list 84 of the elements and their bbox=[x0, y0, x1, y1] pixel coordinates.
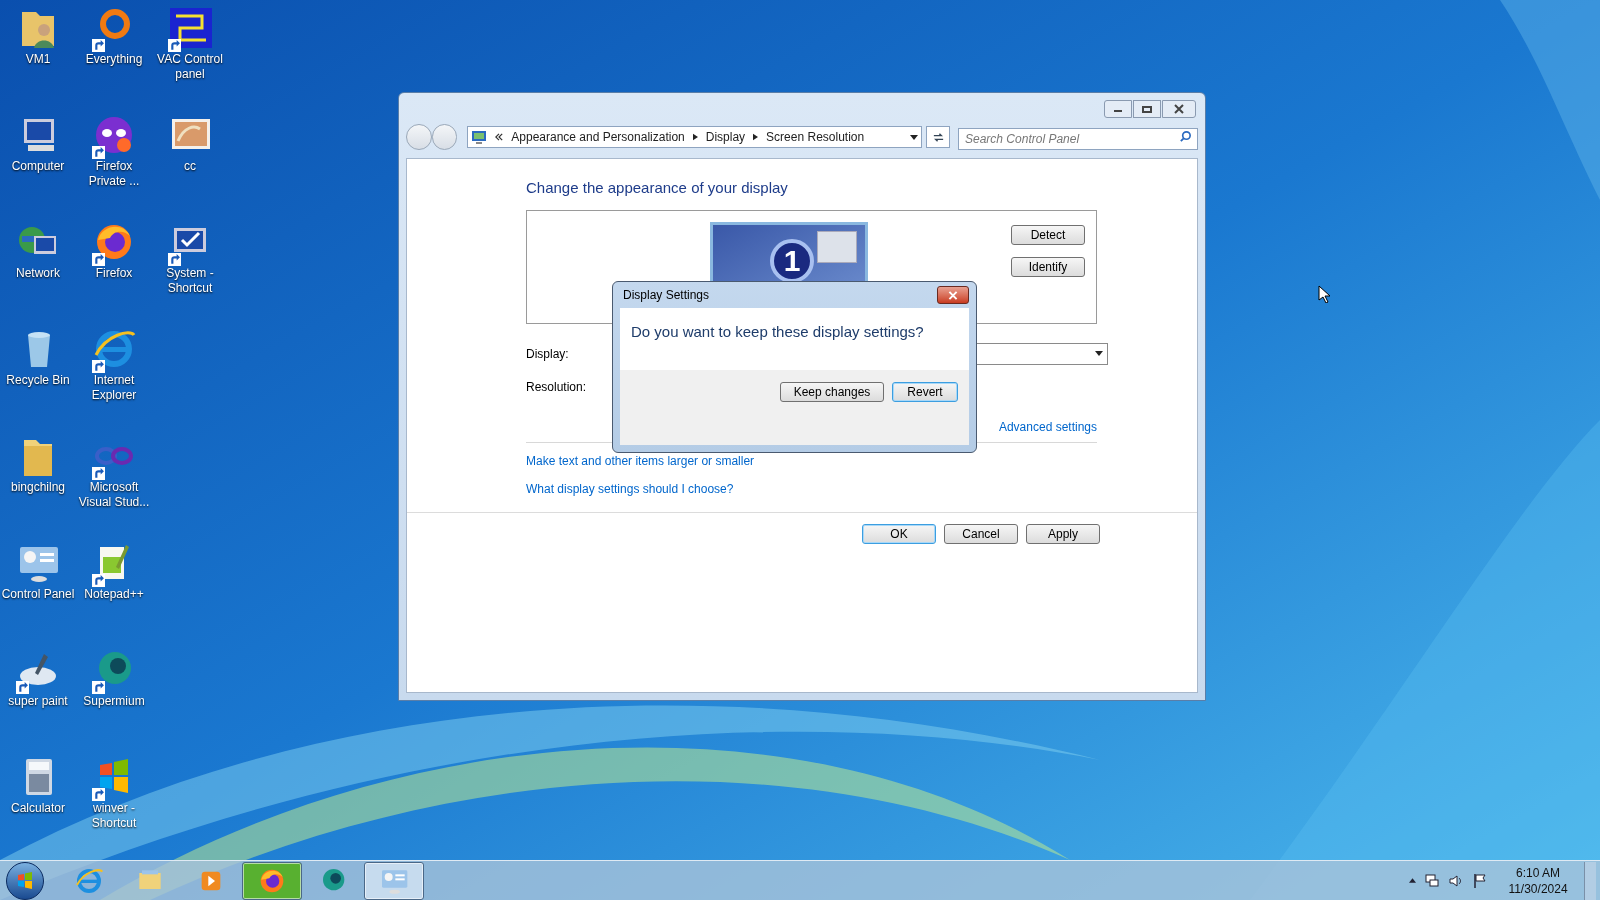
address-bar[interactable]: Appearance and Personalization Display Screen Resolution bbox=[467, 126, 923, 148]
dialog-message: Do you want to keep these display settings? bbox=[631, 323, 924, 340]
maximize-button[interactable] bbox=[1133, 100, 1161, 118]
icon-label: Notepad++ bbox=[83, 587, 145, 602]
icon-label: Calculator bbox=[10, 801, 66, 816]
desktop-icon[interactable]: Network bbox=[0, 218, 76, 325]
start-button[interactable] bbox=[6, 861, 44, 900]
dropdown-icon[interactable] bbox=[910, 134, 919, 140]
minimize-button[interactable] bbox=[1104, 100, 1132, 118]
desktop-icon[interactable]: Internet Explorer bbox=[76, 325, 152, 432]
page-heading: Change the appearance of your display bbox=[526, 178, 789, 198]
desktop-icon[interactable]: Control Panel bbox=[0, 539, 76, 646]
dialog-button[interactable]: Keep changes bbox=[780, 382, 884, 402]
flag-icon[interactable] bbox=[1472, 872, 1488, 889]
icon-label: Internet Explorer bbox=[90, 373, 138, 403]
show-hidden-icon[interactable] bbox=[1409, 878, 1416, 883]
close-button[interactable] bbox=[1162, 100, 1196, 118]
icon-label: winver - Shortcut bbox=[90, 801, 138, 831]
icon-label: Network bbox=[15, 266, 61, 281]
monitor-number: 1 bbox=[783, 245, 801, 276]
icon-label: Firefox bbox=[94, 266, 134, 281]
control-panel-icon bbox=[471, 129, 488, 145]
desktop-icon[interactable]: Firefox Private ... bbox=[76, 111, 152, 218]
desktop-icon[interactable]: Microsoft Visual Stud... bbox=[76, 432, 152, 539]
icon-label: bingchilng bbox=[9, 480, 66, 495]
search-field[interactable]: Search Control Panel bbox=[958, 128, 1198, 150]
breadcrumb-item[interactable]: Display bbox=[705, 128, 746, 146]
desktop-icon[interactable]: Calculator bbox=[0, 753, 76, 860]
breadcrumb-item[interactable]: Screen Resolution bbox=[766, 128, 865, 146]
desktop-icon[interactable]: winver - Shortcut bbox=[76, 753, 152, 860]
help-link[interactable]: Make text and other items larger or smaller bbox=[526, 451, 1097, 470]
icon-label: Microsoft Visual Stud... bbox=[77, 480, 151, 510]
arrow-icon bbox=[692, 133, 698, 141]
clock-time: 6:10 AM bbox=[1516, 864, 1560, 881]
icon-label: Everything bbox=[84, 52, 144, 67]
breadcrumb-item[interactable]: Appearance and Personalization bbox=[511, 128, 685, 146]
side-button[interactable]: Detect bbox=[1011, 224, 1085, 245]
dialog-title: Display Settings bbox=[623, 287, 710, 304]
dialog-button[interactable]: Apply bbox=[1026, 523, 1100, 544]
desktop-icon[interactable]: cc bbox=[152, 111, 228, 218]
icon-label: Firefox Private ... bbox=[87, 159, 141, 189]
network-icon[interactable] bbox=[1424, 872, 1440, 889]
field-label: Display: bbox=[526, 345, 570, 363]
desktop-icon[interactable]: Everything bbox=[76, 4, 152, 111]
icon-label: System - Shortcut bbox=[165, 266, 215, 296]
desktop-icon[interactable]: Firefox bbox=[76, 218, 152, 325]
taskbar-button[interactable] bbox=[364, 861, 424, 900]
dialog-button[interactable]: Cancel bbox=[944, 523, 1018, 544]
cursor-icon bbox=[1318, 285, 1330, 303]
advanced-settings-link[interactable]: Advanced settings bbox=[998, 417, 1097, 436]
icon-label: Computer bbox=[10, 159, 66, 174]
help-link[interactable]: What display settings should I choose? bbox=[526, 479, 1097, 498]
icon-label: cc bbox=[183, 159, 197, 174]
desktop-icon[interactable]: super paint bbox=[0, 646, 76, 753]
icon-label: super paint bbox=[7, 694, 69, 709]
dialog-button[interactable]: OK bbox=[862, 523, 936, 544]
taskbar-button[interactable] bbox=[242, 861, 302, 900]
clock[interactable]: 6:10 AM 11/30/2024 bbox=[1500, 864, 1576, 897]
close-button[interactable] bbox=[937, 286, 969, 304]
refresh-button[interactable] bbox=[926, 126, 950, 148]
icon-label: Supermium bbox=[82, 694, 146, 709]
icon-label: VM1 bbox=[24, 52, 52, 67]
desktop-icon[interactable]: System - Shortcut bbox=[152, 218, 228, 325]
dialog-button[interactable]: Revert bbox=[892, 382, 958, 402]
desktop-icon[interactable]: VM1 bbox=[0, 4, 76, 111]
side-button[interactable]: Identify bbox=[1011, 256, 1085, 277]
close-icon bbox=[948, 290, 958, 300]
desktop-icon[interactable]: Recycle Bin bbox=[0, 325, 76, 432]
clock-date: 11/30/2024 bbox=[1508, 880, 1568, 897]
chevron-icon bbox=[495, 133, 504, 141]
search-icon bbox=[1179, 130, 1192, 143]
desktop-icon[interactable]: Computer bbox=[0, 111, 76, 218]
desktop-icon[interactable]: Notepad++ bbox=[76, 539, 152, 646]
desktop-icon[interactable]: bingchilng bbox=[0, 432, 76, 539]
field-label: Resolution: bbox=[526, 378, 587, 396]
icon-label: Control Panel bbox=[0, 587, 76, 602]
icon-label: Recycle Bin bbox=[5, 373, 71, 388]
dropdown-icon bbox=[1095, 351, 1103, 356]
close-icon bbox=[1174, 104, 1184, 114]
arrow-icon bbox=[753, 133, 759, 141]
icon-label: VAC Control panel bbox=[156, 52, 224, 82]
desktop-icon[interactable]: VAC Control panel bbox=[152, 4, 228, 111]
volume-icon[interactable] bbox=[1448, 872, 1464, 889]
desktop-icon[interactable]: Supermium bbox=[76, 646, 152, 753]
